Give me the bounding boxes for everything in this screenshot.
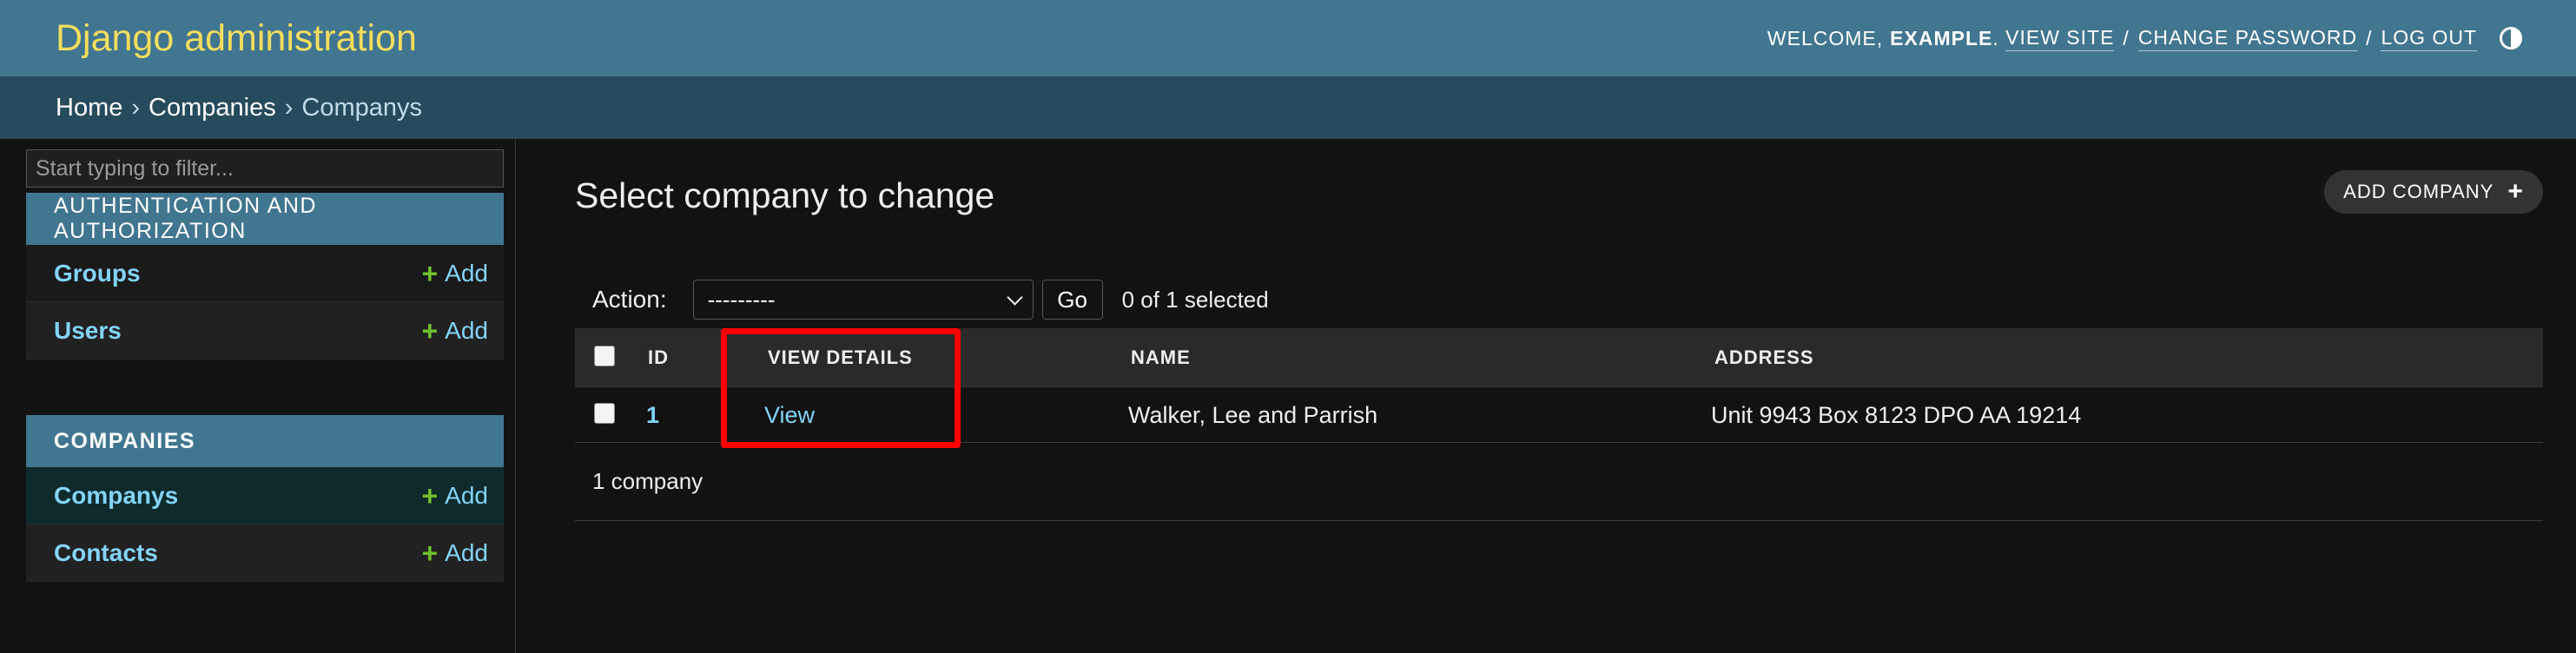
column-header-name[interactable]: Name [1131, 328, 1191, 387]
action-selected-option: --------- [707, 286, 776, 313]
plus-icon: + [421, 257, 439, 289]
plus-icon: + [2507, 177, 2524, 206]
row-id-link[interactable]: 1 [646, 402, 659, 429]
column-header-address[interactable]: Address [1714, 328, 1814, 387]
change-password-link[interactable]: Change password [2137, 26, 2358, 51]
module-caption-auth[interactable]: Authentication and Authorization [26, 193, 504, 245]
add-button-label: Add company [2343, 181, 2494, 202]
breadcrumb-app[interactable]: Companies [149, 94, 276, 122]
breadcrumb-home[interactable]: Home [56, 94, 122, 122]
selection-count: 0 of 1 selected [1121, 286, 1269, 313]
nav-sidebar: Authentication and Authorization Groups … [0, 139, 516, 653]
chevron-down-icon [1006, 288, 1023, 306]
add-label: Add [445, 481, 488, 509]
plus-icon: + [421, 537, 439, 569]
column-header-label: ID [648, 346, 669, 368]
username: Example [1890, 26, 1993, 49]
add-user-link[interactable]: + Add [421, 317, 488, 345]
column-header-id[interactable]: ID [648, 328, 669, 387]
sidebar-item-label[interactable]: Contacts [54, 539, 158, 567]
sidebar-item-users: Users + Add [26, 302, 504, 359]
breadcrumb-separator: › [131, 93, 141, 122]
add-contact-link[interactable]: + Add [421, 539, 488, 567]
breadcrumb-separator: › [284, 93, 294, 122]
highlight-annotation [721, 328, 961, 448]
breadcrumb: Home › Companies › Companys [0, 76, 2576, 139]
sidebar-item-groups: Groups + Add [26, 245, 504, 302]
user-tools: Welcome, Example . View site / Change pa… [1767, 26, 2522, 51]
page-title: Select company to change [575, 175, 995, 215]
sidebar-item-label[interactable]: Groups [54, 260, 141, 287]
add-label: Add [445, 259, 488, 287]
nav-filter-input[interactable] [26, 149, 504, 188]
cell-address: Unit 9943 Box 8123 DPO AA 19214 [1711, 401, 2082, 428]
main-content: Select company to change Add company + A… [575, 139, 2543, 653]
plus-icon: + [421, 314, 439, 346]
plus-icon: + [421, 479, 439, 511]
welcome-text: Welcome, [1767, 26, 1884, 49]
row-select-checkbox[interactable] [594, 403, 615, 424]
sidebar-item-label[interactable]: Users [54, 317, 122, 345]
sidebar-item-contacts: Contacts + Add [26, 524, 504, 582]
site-brand[interactable]: Django administration [56, 17, 417, 60]
module-caption-label: Companies [54, 428, 196, 453]
action-label: Action: [592, 286, 667, 313]
paginator: 1 company [575, 443, 2543, 521]
separator: / [2366, 26, 2373, 49]
cell-name: Walker, Lee and Parrish [1128, 401, 1378, 428]
add-company-button[interactable]: Add company + [2324, 170, 2543, 214]
column-header-label: Name [1131, 346, 1191, 368]
view-site-link[interactable]: View site [2005, 26, 2115, 51]
add-company-link[interactable]: + Add [421, 482, 488, 510]
module-caption-companies[interactable]: Companies [26, 415, 504, 467]
add-group-link[interactable]: + Add [421, 260, 488, 287]
module-caption-label: Authentication and Authorization [54, 194, 317, 243]
actions-bar: Action: --------- Go 0 of 1 selected [575, 269, 2543, 330]
sidebar-item-companys: Companys + Add [26, 467, 504, 524]
action-select[interactable]: --------- [692, 280, 1034, 320]
add-label: Add [445, 538, 488, 566]
go-button[interactable]: Go [1041, 280, 1103, 320]
theme-toggle-icon[interactable] [2500, 27, 2522, 49]
cell-id: 1 [646, 387, 659, 443]
breadcrumb-current: Companys [301, 93, 423, 122]
separator: / [2123, 26, 2130, 49]
sidebar-item-label[interactable]: Companys [54, 482, 178, 510]
log-out-link[interactable]: Log out [2381, 26, 2477, 51]
site-header: Django administration Welcome, Example .… [0, 0, 2576, 76]
column-header-label: Address [1714, 346, 1814, 368]
select-all-checkbox[interactable] [594, 346, 615, 366]
result-count: 1 company [592, 468, 703, 494]
add-label: Add [445, 316, 488, 344]
